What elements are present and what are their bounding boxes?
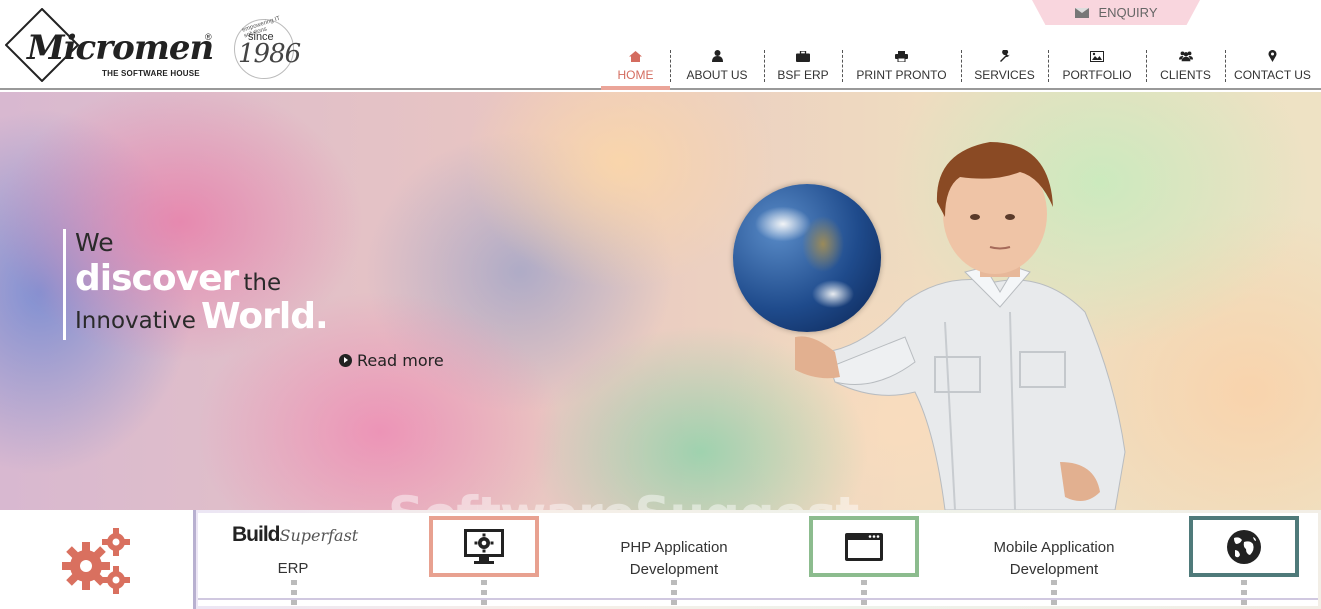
envelope-icon <box>1074 7 1089 18</box>
nav-home[interactable]: HOME <box>601 46 670 90</box>
registered-mark: ® <box>205 32 212 42</box>
site-header: Micromen ® THE SOFTWARE HOUSE empowering… <box>0 0 1321 90</box>
image-icon <box>1090 50 1104 62</box>
wrench-icon <box>998 50 1012 62</box>
global-tile[interactable] <box>1189 516 1299 577</box>
nav-label: BSF ERP <box>777 68 829 82</box>
nav-label: CLIENTS <box>1160 68 1211 82</box>
nav-clients[interactable]: CLIENTS <box>1146 46 1225 90</box>
monitor-gear-icon <box>464 528 504 564</box>
users-icon <box>1178 50 1193 62</box>
web-development-tile[interactable] <box>429 516 539 577</box>
erp-label[interactable]: ERP <box>243 558 343 580</box>
earth-globe-image <box>733 184 881 332</box>
read-more-link[interactable]: Read more <box>339 351 444 370</box>
services-row-bottom <box>198 594 1318 606</box>
connector-web <box>481 580 487 609</box>
build-brand-script: Superfast <box>279 526 359 545</box>
tagline-bar <box>63 229 66 340</box>
connector-mobile <box>1051 580 1057 609</box>
chevron-circle-right-icon <box>339 354 352 367</box>
printer-icon <box>895 50 909 62</box>
services-divider <box>198 598 1318 600</box>
connector-erp <box>291 580 297 609</box>
main-nav: HOME ABOUT US BSF ERP PRINT PRONTO SERVI… <box>601 46 1320 90</box>
nav-label: PRINT PRONTO <box>856 68 947 82</box>
nav-print-pronto[interactable]: PRINT PRONTO <box>842 46 961 90</box>
logo-text: Micromen <box>27 28 214 68</box>
mobile-development-label[interactable]: Mobile Application Development <box>969 537 1139 581</box>
mobile-line-2: Development <box>1009 561 1099 578</box>
php-line-1: PHP Application <box>620 539 728 556</box>
php-development-label[interactable]: PHP Application Development <box>594 537 754 581</box>
services-bar: BuildSuperfast ERP PHP Application Devel… <box>0 510 1321 609</box>
nav-contact-us[interactable]: CONTACT US <box>1225 46 1320 90</box>
browser-window-icon <box>845 532 883 561</box>
boy-illustration <box>795 142 1126 510</box>
tagline-line-1: We <box>75 228 114 257</box>
enquiry-label: ENQUIRY <box>1098 5 1158 20</box>
mobile-line-1: Mobile Application <box>993 539 1115 556</box>
tagline-world: World. <box>200 296 329 337</box>
tagline-innovative: Innovative <box>75 308 196 334</box>
nav-label: HOME <box>617 68 654 82</box>
home-icon <box>629 50 643 62</box>
connector-global <box>1241 580 1247 609</box>
read-more-label: Read more <box>357 351 444 370</box>
nav-portfolio[interactable]: PORTFOLIO <box>1048 46 1146 90</box>
since-1986-badge: empowering IT solutions since 1986 <box>232 16 301 81</box>
micromen-logo[interactable]: Micromen ® THE SOFTWARE HOUSE <box>5 8 215 82</box>
enquiry-button[interactable]: ENQUIRY <box>1032 0 1200 25</box>
briefcase-icon <box>796 50 810 62</box>
services-row <box>198 513 1318 594</box>
application-window-tile[interactable] <box>809 516 919 577</box>
nav-label: SERVICES <box>974 68 1035 82</box>
nav-bsf-erp[interactable]: BSF ERP <box>764 46 842 90</box>
nav-label: PORTFOLIO <box>1062 68 1132 82</box>
hero-tagline: We discover the Innovative World. <box>75 228 329 337</box>
gears-icon <box>62 528 130 594</box>
tagline-the: the <box>243 270 282 296</box>
nav-label: CONTACT US <box>1234 68 1311 82</box>
build-superfast-logo[interactable]: BuildSuperfast <box>232 523 358 547</box>
badge-year: 1986 <box>238 39 301 69</box>
map-marker-icon <box>1266 50 1280 62</box>
connector-window <box>861 580 867 609</box>
php-line-2: Development <box>629 561 719 578</box>
hero-banner: We discover the Innovative World. Read m… <box>0 92 1321 510</box>
nav-about-us[interactable]: ABOUT US <box>670 46 764 90</box>
tagline-line-3: Innovative World. <box>75 296 329 337</box>
services-gear-panel <box>0 510 196 609</box>
tagline-line-2: discover the <box>75 261 328 297</box>
user-icon <box>710 50 724 62</box>
build-brand-bold: Build <box>232 523 280 546</box>
nav-label: ABOUT US <box>686 68 748 82</box>
tagline-discover: discover <box>75 258 239 299</box>
logo-tagline: THE SOFTWARE HOUSE <box>102 69 200 78</box>
nav-services[interactable]: SERVICES <box>961 46 1048 90</box>
connector-php <box>671 580 677 609</box>
globe-icon <box>1227 529 1261 564</box>
